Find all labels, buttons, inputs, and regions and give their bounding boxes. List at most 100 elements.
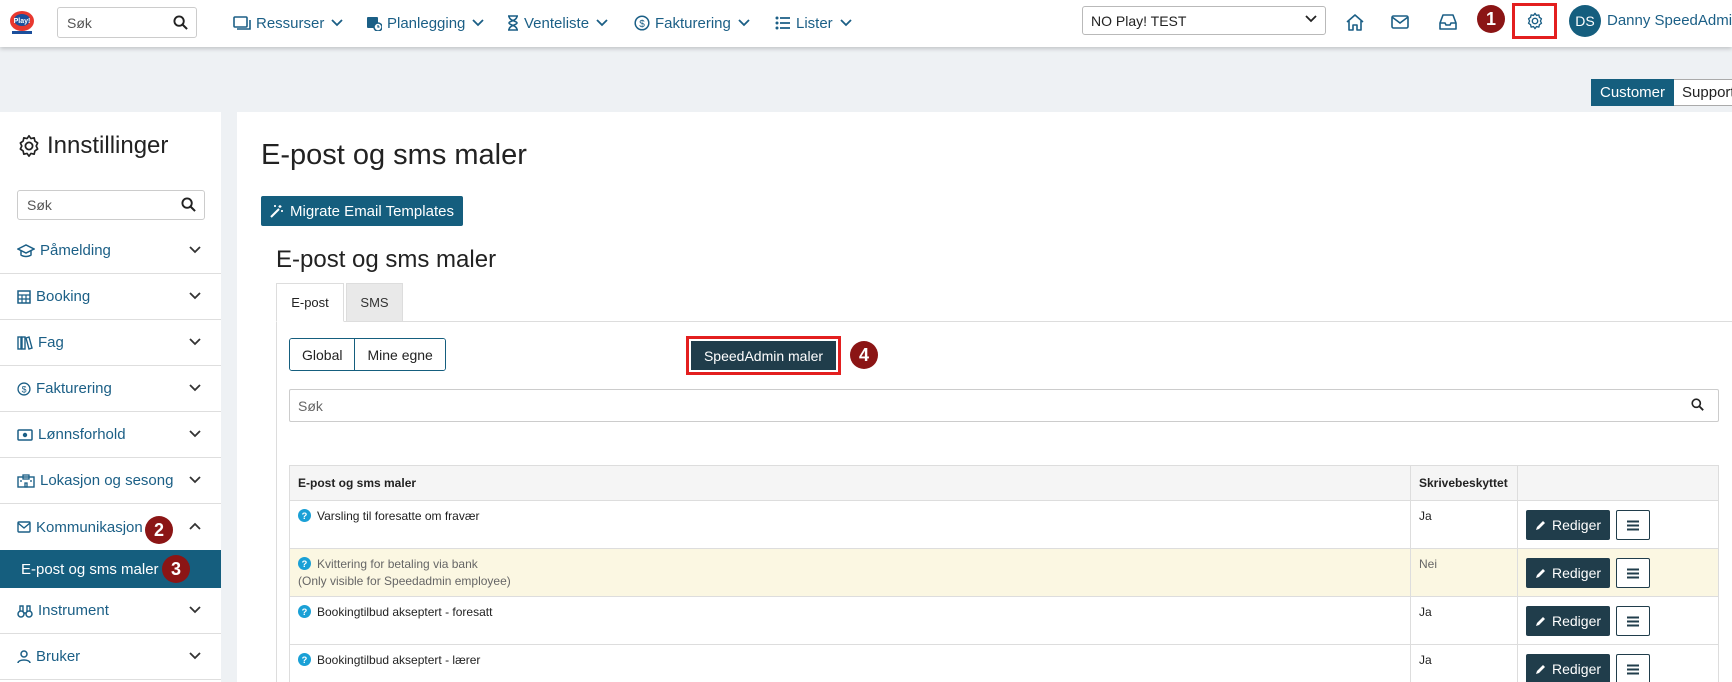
protected-cell: Ja [1410, 500, 1518, 549]
annotation-badge-4: 4 [850, 341, 878, 369]
chevron-down-icon [189, 430, 201, 438]
row-menu-button[interactable] [1616, 510, 1650, 540]
search-icon[interactable] [173, 15, 188, 30]
settings-highlight[interactable] [1512, 3, 1557, 39]
template-note: (Only visible for Speedadmin employee) [298, 574, 511, 588]
tab-epost[interactable]: E-post [276, 283, 344, 322]
top-search-input[interactable] [58, 8, 168, 37]
sidebar-item-fag[interactable]: Fag [0, 320, 221, 366]
edit-button-label: Rediger [1551, 565, 1602, 581]
user-name[interactable]: Danny SpeedAdmin [1607, 12, 1732, 29]
settings-sidebar: Innstillinger Påmelding Booking Fag $ Fa… [0, 112, 221, 682]
template-name: Bookingtilbud akseptert - foresatt [317, 605, 493, 619]
table-row: ? Bookingtilbud akseptert - lærer Ja Redi… [289, 644, 1719, 682]
search-icon[interactable] [181, 197, 196, 212]
sidebar-item-label: Lokasjon og sesong [40, 472, 174, 489]
sidebar-item-label: Booking [36, 288, 91, 305]
nav-fakturering[interactable]: $ Fakturering [634, 13, 750, 33]
row-menu-button[interactable] [1616, 654, 1650, 682]
nav-planlegging[interactable]: Planlegging [366, 13, 485, 33]
nav-venteliste[interactable]: Venteliste [507, 13, 608, 33]
sidebar-item-lokasjon[interactable]: Lokasjon og sesong [0, 458, 221, 504]
edit-button[interactable]: Rediger [1526, 510, 1610, 540]
svg-text:?: ? [302, 559, 308, 569]
migrate-email-templates-button[interactable]: Migrate Email Templates [261, 196, 463, 226]
sidebar-search [17, 190, 205, 220]
template-name-cell: ? Kvittering for betaling via bank (Only … [289, 548, 1411, 597]
actions-cell: Rediger [1517, 548, 1719, 597]
sidebar-item-lonnsforhold[interactable]: Lønnsforhold [0, 412, 221, 458]
help-circle-icon[interactable]: ? [298, 653, 311, 666]
nav-ressurser-label: Ressurser [256, 14, 325, 32]
mail-icon[interactable] [1388, 10, 1412, 34]
template-filter-group: Global Mine egne [289, 338, 446, 371]
template-search-input[interactable] [290, 390, 1680, 421]
home-icon[interactable] [1343, 10, 1367, 34]
sidebar-item-label: Instrument [38, 602, 109, 619]
support-mode-button[interactable]: Support [1674, 79, 1732, 106]
calendar-grid-icon [17, 289, 31, 304]
sidebar-item-kommunikasjon[interactable]: Kommunikasjon [0, 504, 221, 550]
sidebar-item-label: Bruker [36, 648, 81, 665]
actions-cell: Rediger [1517, 500, 1719, 549]
nav-lister[interactable]: Lister [775, 13, 852, 33]
protected-cell: Nei [1410, 548, 1518, 597]
money-icon [17, 428, 33, 441]
sidebar-item-pamelding[interactable]: Påmelding [0, 228, 221, 274]
help-circle-icon[interactable]: ? [298, 509, 311, 522]
pencil-icon [1535, 567, 1547, 579]
template-name: Varsling til foresatte om fravær [317, 509, 480, 523]
mode-toggle: Customer Support [1591, 79, 1732, 106]
template-name-cell: ? Varsling til foresatte om fravær [289, 500, 1411, 549]
sidebar-title: Innstillinger [17, 132, 168, 160]
nav-ressurser[interactable]: Ressurser [233, 13, 343, 33]
sidebar-item-label: Fag [38, 334, 64, 351]
help-circle-icon[interactable]: ? [298, 605, 311, 618]
edit-button[interactable]: Rediger [1526, 606, 1610, 636]
filter-mine-egne-button[interactable]: Mine egne [354, 339, 445, 370]
gear-icon[interactable] [1526, 12, 1544, 30]
search-icon[interactable] [1691, 398, 1704, 411]
sidebar-item-fakturering[interactable]: $ Fakturering [0, 366, 221, 412]
template-name: Bookingtilbud akseptert - lærer [317, 653, 481, 667]
svg-text:?: ? [302, 607, 308, 617]
envelope-icon [17, 521, 31, 533]
sidebar-item-bruker[interactable]: Bruker [0, 634, 221, 680]
binoculars-icon [17, 604, 33, 618]
list-icon [775, 16, 791, 30]
school-select[interactable]: NO Play! TEST [1082, 6, 1326, 35]
row-menu-button[interactable] [1616, 558, 1650, 588]
customer-mode-button[interactable]: Customer [1591, 79, 1675, 106]
help-circle-icon[interactable]: ? [298, 557, 311, 570]
table-row: ? Bookingtilbud akseptert - foresatt Ja R… [289, 596, 1719, 645]
filter-global-button[interactable]: Global [290, 339, 355, 370]
sidebar-item-instrument[interactable]: Instrument [0, 588, 221, 634]
chevron-up-icon [189, 522, 201, 530]
avatar[interactable]: DS [1569, 5, 1601, 37]
chevron-down-icon [189, 338, 201, 346]
annotation-badge-3: 3 [162, 555, 190, 583]
tab-sms[interactable]: SMS [346, 283, 403, 322]
chevron-down-icon [189, 246, 201, 254]
svg-text:?: ? [302, 511, 308, 521]
building-icon [17, 473, 35, 488]
sidebar-search-input[interactable] [18, 191, 173, 219]
edit-button[interactable]: Rediger [1526, 558, 1610, 588]
actions-cell: Rediger [1517, 644, 1719, 682]
graduation-cap-icon [17, 243, 35, 258]
chevron-down-icon [189, 292, 201, 300]
row-menu-button[interactable] [1616, 606, 1650, 636]
pencil-icon [1535, 519, 1547, 531]
play-logo-icon[interactable]: Play! [8, 8, 36, 36]
speedadmin-maler-button[interactable]: SpeedAdmin maler [691, 341, 836, 370]
top-navbar: Play! Ressurser Planlegging Venteliste $… [0, 0, 1732, 47]
inbox-icon[interactable] [1436, 10, 1460, 34]
nav-fakturering-label: Fakturering [655, 14, 731, 32]
edit-button[interactable]: Rediger [1526, 654, 1610, 682]
svg-text:?: ? [302, 655, 308, 665]
sidebar-item-booking[interactable]: Booking [0, 274, 221, 320]
templates-table: E-post og sms maler Skrivebeskyttet ? Var… [289, 465, 1719, 682]
chevron-down-icon [189, 476, 201, 484]
pencil-icon [1535, 663, 1547, 675]
column-header-actions [1517, 465, 1719, 501]
